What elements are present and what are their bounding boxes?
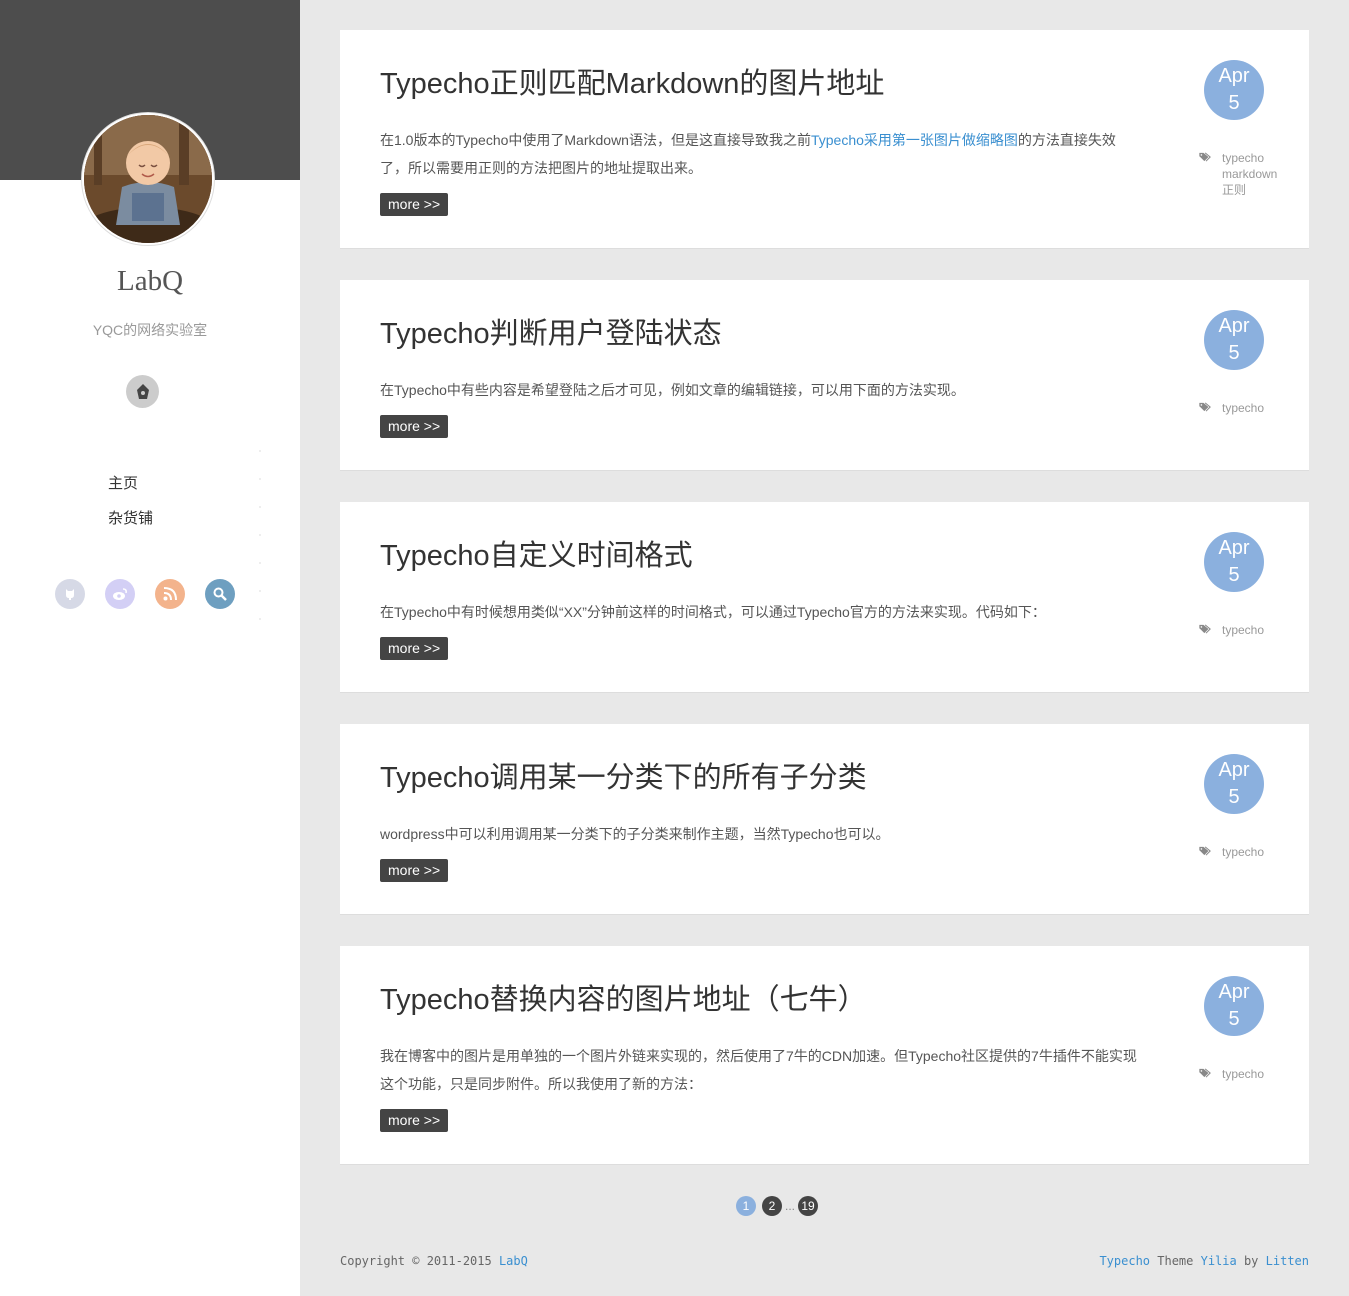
excerpt-link[interactable]: Typecho采用第一张图片做缩略图	[811, 132, 1018, 148]
github-link[interactable]	[55, 579, 85, 609]
date-badge: Apr 5	[1204, 60, 1264, 120]
article-tags: typecho	[1198, 622, 1264, 638]
article-excerpt: 在Typecho中有时候想用类似“XX”分钟前这样的时间格式，可以通过Typec…	[380, 604, 1046, 620]
nav-item-misc[interactable]: 杂货铺	[108, 501, 153, 536]
avatar[interactable]	[82, 113, 214, 245]
date-badge: Apr 5	[1204, 754, 1264, 814]
weibo-icon	[113, 588, 127, 600]
search-icon	[213, 587, 227, 601]
date-day: 5	[1228, 564, 1240, 586]
article-card: Typecho调用某一分类下的所有子分类 wordpress中可以利用调用某一分…	[340, 724, 1309, 915]
divider	[259, 450, 261, 625]
page-ellipsis: ...	[785, 1199, 796, 1213]
article-card: Typecho正则匹配Markdown的图片地址 在1.0版本的Typecho中…	[340, 30, 1309, 249]
article-card: Typecho替换内容的图片地址（七牛） 我在博客中的图片是用单独的一个图片外链…	[340, 946, 1309, 1165]
date-month: Apr	[1218, 537, 1250, 559]
sidebar: LabQ YQC的网络实验室 主页 杂货铺	[0, 0, 300, 1296]
excerpt-text: 在1.0版本的Typecho中使用了Markdown语法，但是这直接导致我之前	[380, 132, 811, 148]
pagination: 1 2 ... 19	[736, 1196, 819, 1216]
github-icon	[66, 589, 74, 600]
more-button[interactable]: more >>	[380, 859, 449, 882]
article-title[interactable]: Typecho判断用户登陆状态	[380, 310, 722, 352]
date-month: Apr	[1218, 981, 1250, 1003]
author-link[interactable]: Litten	[1266, 1254, 1309, 1268]
page-link-last[interactable]: 19	[798, 1196, 819, 1216]
site-description: YQC的网络实验室	[92, 322, 208, 338]
typecho-link[interactable]: Typecho	[1099, 1254, 1150, 1268]
tag-link[interactable]: markdown	[1222, 166, 1277, 182]
tag-link[interactable]: typecho	[1222, 150, 1277, 166]
article-title[interactable]: Typecho正则匹配Markdown的图片地址	[380, 60, 884, 102]
search-link[interactable]	[205, 579, 235, 609]
date-day: 5	[1228, 786, 1240, 808]
article-tags: typecho	[1198, 844, 1264, 860]
tag-icon	[1199, 624, 1211, 634]
article-tags: typecho	[1198, 400, 1264, 416]
date-badge: Apr 5	[1204, 532, 1264, 592]
article-title[interactable]: Typecho替换内容的图片地址（七牛）	[380, 976, 867, 1018]
article-title[interactable]: Typecho自定义时间格式	[380, 532, 693, 574]
footer-text: Theme	[1150, 1254, 1201, 1268]
tag-link[interactable]: typecho	[1222, 844, 1264, 860]
theme-link[interactable]: Yilia	[1201, 1254, 1237, 1268]
tag-link[interactable]: typecho	[1222, 400, 1264, 416]
page-current: 1	[736, 1196, 756, 1216]
site-name[interactable]: LabQ	[0, 265, 300, 298]
article-excerpt: 在1.0版本的Typecho中使用了Markdown语法，但是这直接导致我之前T…	[380, 126, 1140, 182]
rss-icon	[163, 587, 177, 601]
date-month: Apr	[1218, 65, 1250, 87]
footer-text: by	[1236, 1254, 1266, 1268]
date-badge: Apr 5	[1204, 310, 1264, 370]
more-button[interactable]: more >>	[380, 193, 449, 216]
tag-icon	[1199, 1068, 1211, 1078]
more-button[interactable]: more >>	[380, 637, 449, 660]
tag-link[interactable]: typecho	[1222, 1066, 1264, 1082]
tag-link[interactable]: typecho	[1222, 622, 1264, 638]
tag-icon	[1199, 846, 1211, 856]
page-link[interactable]: 2	[762, 1196, 782, 1216]
date-day: 5	[1228, 92, 1240, 114]
article-tags: typecho markdown 正则	[1198, 150, 1277, 198]
more-button[interactable]: more >>	[380, 1109, 449, 1132]
article-title[interactable]: Typecho调用某一分类下的所有子分类	[380, 754, 867, 796]
article-card: Typecho判断用户登陆状态 在Typecho中有些内容是希望登陆之后才可见，…	[340, 280, 1309, 471]
tag-link[interactable]: 正则	[1222, 182, 1277, 198]
date-day: 5	[1228, 342, 1240, 364]
footer-site-link[interactable]: LabQ	[499, 1254, 528, 1268]
date-badge: Apr 5	[1204, 976, 1264, 1036]
tag-icon	[1199, 152, 1211, 162]
copyright-text: Copyright © 2011-2015	[340, 1254, 499, 1268]
nav-item-home[interactable]: 主页	[108, 466, 153, 501]
article-tags: typecho	[1198, 1066, 1264, 1082]
rss-link[interactable]	[155, 579, 185, 609]
tag-icon	[1199, 402, 1211, 412]
article-excerpt: 在Typecho中有些内容是希望登陆之后才可见，例如文章的编辑链接，可以用下面的…	[380, 382, 965, 398]
article-card: Typecho自定义时间格式 在Typecho中有时候想用类似“XX”分钟前这样…	[340, 502, 1309, 693]
main-nav: 主页 杂货铺	[108, 466, 153, 536]
article-excerpt: wordpress中可以利用调用某一分类下的子分类来制作主题，当然Typecho…	[380, 826, 890, 842]
social-links	[55, 579, 235, 609]
pen-icon	[136, 383, 149, 399]
more-button[interactable]: more >>	[380, 415, 449, 438]
date-day: 5	[1228, 1008, 1240, 1030]
date-month: Apr	[1218, 759, 1250, 781]
footer-credits: Typecho Theme Yilia by Litten	[1099, 1254, 1309, 1268]
weibo-link[interactable]	[105, 579, 135, 609]
subscribe-button[interactable]	[126, 375, 159, 408]
footer-copyright: Copyright © 2011-2015 LabQ	[340, 1254, 528, 1268]
article-excerpt: 我在博客中的图片是用单独的一个图片外链来实现的，然后使用了7牛的CDN加速。但T…	[380, 1048, 1137, 1092]
date-month: Apr	[1218, 315, 1250, 337]
